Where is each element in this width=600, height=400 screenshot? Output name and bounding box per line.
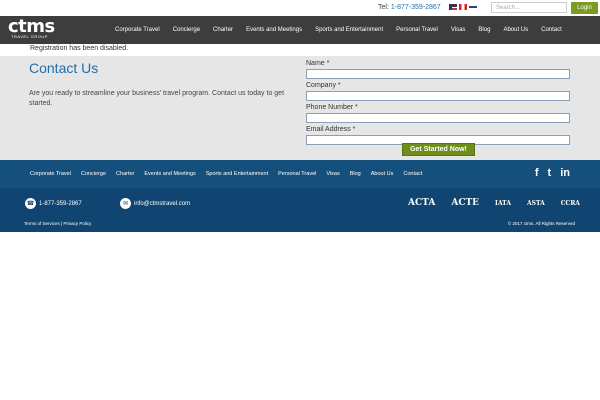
canada-flag-icon[interactable] [459, 4, 467, 10]
footer-nav-concierge[interactable]: Concierge [81, 171, 106, 177]
company-field[interactable] [306, 91, 570, 101]
nav-about-us[interactable]: About Us [503, 27, 528, 33]
contact-description: Are you ready to streamline your busines… [29, 90, 285, 107]
contact-form: Name * Company * Phone Number * Email Ad… [306, 60, 571, 148]
email-label: Email Address * [306, 126, 356, 133]
nav-personal-travel[interactable]: Personal Travel [396, 27, 438, 33]
company-label: Company * [306, 82, 341, 89]
acte-logo: ACTE [451, 198, 480, 208]
nav-contact[interactable]: Contact [541, 27, 562, 33]
search-input[interactable]: Search... [491, 2, 567, 13]
get-started-button[interactable]: Get Started Now! [402, 143, 475, 156]
main-nav: Corporate Travel Concierge Charter Event… [115, 16, 575, 44]
language-flags [449, 4, 477, 10]
uk-flag-icon[interactable] [469, 4, 477, 10]
iata-logo: IATA [495, 199, 511, 207]
ccra-logo: CCRA [560, 199, 580, 207]
footer-nav-visas[interactable]: Visas [326, 171, 339, 177]
legal-links[interactable]: Terms of Services | Privacy Policy [24, 221, 91, 226]
nav-events-meetings[interactable]: Events and Meetings [246, 27, 302, 33]
footer-nav-corporate-travel[interactable]: Corporate Travel [30, 171, 71, 177]
nav-corporate-travel[interactable]: Corporate Travel [115, 27, 160, 33]
footer-nav: Corporate Travel Concierge Charter Event… [30, 160, 432, 188]
contact-section: Contact Us Are you ready to streamline y… [0, 56, 600, 160]
name-label: Name * [306, 60, 330, 67]
us-flag-icon[interactable] [449, 4, 457, 10]
registration-notice: Registration has been disabled. [30, 45, 129, 52]
acta-logo: ACTA [408, 198, 436, 208]
footer-phone-text: 1-877-359-2867 [39, 200, 82, 207]
nav-concierge[interactable]: Concierge [173, 27, 200, 33]
mail-icon: ✉ [120, 198, 131, 209]
footer-main: ☎ 1-877-359-2867 ✉ info@ctmstravel.com A… [0, 188, 600, 232]
tel-number-link[interactable]: 1-877-359-2867 [391, 4, 441, 11]
top-bar: Tel: 1-877-359-2867 Search... Login [0, 0, 600, 16]
asta-logo: ASTA [526, 199, 545, 207]
facebook-icon[interactable]: f [535, 167, 539, 179]
footer-nav-blog[interactable]: Blog [350, 171, 361, 177]
social-links: f t in [535, 167, 570, 179]
telephone: Tel: 1-877-359-2867 [378, 4, 441, 11]
name-field[interactable] [306, 69, 570, 79]
footer-nav-contact[interactable]: Contact [403, 171, 422, 177]
nav-sports-entertainment[interactable]: Sports and Entertainment [315, 27, 383, 33]
phone-field[interactable] [306, 113, 570, 123]
tel-label: Tel: [378, 4, 389, 11]
contact-title: Contact Us [29, 60, 99, 76]
linkedin-icon[interactable]: in [560, 167, 570, 179]
nav-charter[interactable]: Charter [213, 27, 233, 33]
site-header: ctms TRAVEL GROUP Corporate Travel Conci… [0, 16, 600, 44]
copyright: © 2017 ctms. All Rights Reserved [507, 221, 575, 226]
nav-blog[interactable]: Blog [478, 27, 490, 33]
footer-nav-charter[interactable]: Charter [116, 171, 134, 177]
nav-visas[interactable]: Visas [451, 27, 466, 33]
login-button[interactable]: Login [571, 2, 598, 14]
footer-phone[interactable]: ☎ 1-877-359-2867 [25, 198, 82, 209]
phone-icon: ☎ [25, 198, 36, 209]
phone-label: Phone Number * [306, 104, 358, 111]
logo[interactable]: ctms TRAVEL GROUP [8, 18, 55, 40]
footer-nav-events-meetings[interactable]: Events and Meetings [144, 171, 195, 177]
partner-logos: ACTA ACTE IATA ASTA CCRA [408, 198, 596, 208]
footer-nav-bar: Corporate Travel Concierge Charter Event… [0, 160, 600, 188]
footer-nav-personal-travel[interactable]: Personal Travel [278, 171, 316, 177]
footer-email-text: info@ctmstravel.com [134, 200, 191, 207]
footer-email[interactable]: ✉ info@ctmstravel.com [120, 198, 190, 209]
contact-intro: Contact Us Are you ready to streamline y… [29, 60, 294, 109]
footer-nav-about-us[interactable]: About Us [371, 171, 394, 177]
twitter-icon[interactable]: t [548, 167, 552, 179]
footer-nav-sports-entertainment[interactable]: Sports and Entertainment [206, 171, 268, 177]
